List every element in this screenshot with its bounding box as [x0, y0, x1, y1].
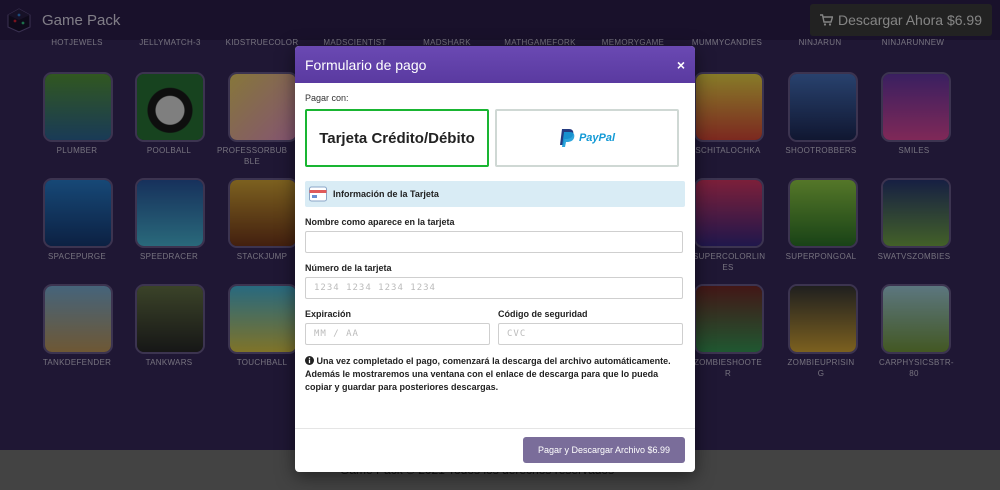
paypal-logo: PayPal — [559, 128, 615, 148]
cvc-input[interactable] — [498, 323, 683, 345]
card-number-input[interactable] — [305, 277, 683, 299]
credit-card-icon — [309, 186, 327, 202]
method-card-label: Tarjeta Crédito/Débito — [319, 129, 475, 147]
info-icon — [305, 356, 314, 365]
modal-title: Formulario de pago — [305, 56, 427, 73]
card-number-label: Número de la tarjeta — [305, 263, 392, 273]
download-notice-text: Una vez completado el pago, comenzará la… — [305, 356, 671, 392]
payment-methods: Tarjeta Crédito/Débito PayPal — [305, 109, 685, 167]
cvc-label: Código de seguridad — [498, 309, 588, 319]
cardholder-name-input[interactable] — [305, 231, 683, 253]
expiry-input[interactable] — [305, 323, 490, 345]
expiry-label: Expiración — [305, 309, 352, 319]
modal-footer: Pagar y Descargar Archivo $6.99 — [295, 428, 695, 472]
paypal-icon — [559, 129, 575, 147]
card-info-title: Información de la Tarjeta — [333, 189, 439, 199]
cvc-column: Código de seguridad — [498, 299, 683, 345]
close-icon[interactable]: × — [677, 57, 685, 73]
modal-body: Pagar con: Tarjeta Crédito/Débito PayPal — [295, 83, 695, 394]
paypal-text: PayPal — [578, 132, 616, 144]
cardholder-name-label: Nombre como aparece en la tarjeta — [305, 217, 455, 227]
modal-header: Formulario de pago × — [295, 46, 695, 83]
pay-with-label: Pagar con: — [305, 93, 349, 103]
method-paypal-button[interactable]: PayPal — [495, 109, 679, 167]
card-info-section: Información de la Tarjeta — [305, 181, 685, 207]
download-notice: Una vez completado el pago, comenzará la… — [305, 355, 685, 394]
method-card-button[interactable]: Tarjeta Crédito/Débito — [305, 109, 489, 167]
expiry-cvc-row: Expiración Código de seguridad — [305, 299, 685, 345]
expiry-column: Expiración — [305, 299, 490, 345]
pay-and-download-button[interactable]: Pagar y Descargar Archivo $6.99 — [523, 437, 685, 463]
payment-modal: Formulario de pago × Pagar con: Tarjeta … — [295, 46, 695, 472]
